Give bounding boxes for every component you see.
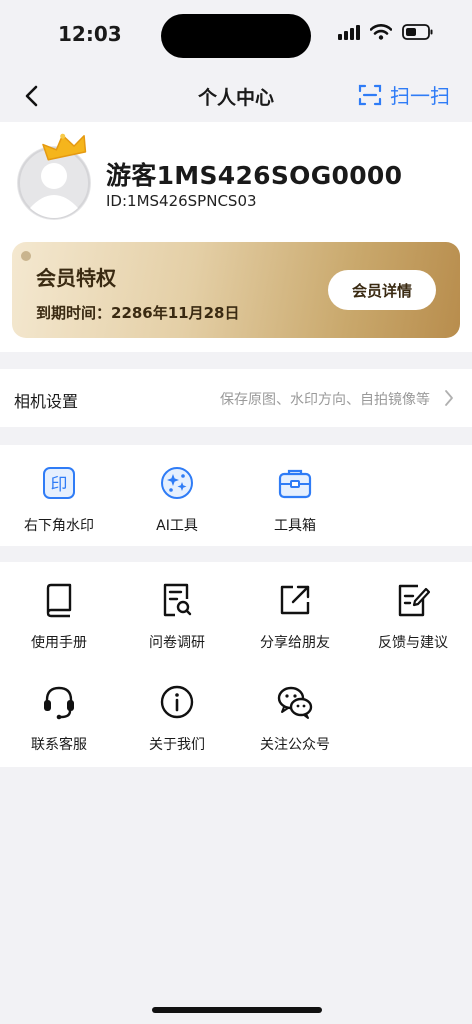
features-section: 使用手册 问卷调研 分享给朋友 反馈与建议 联系客服 关于我们 关注公众号 — [0, 562, 472, 767]
survey-icon — [163, 583, 192, 617]
vip-card[interactable]: 会员特权 到期时间：2286年11月28日 会员详情 — [12, 242, 460, 338]
user-id: ID:1MS426SPNCS03 — [106, 192, 257, 210]
chevron-right-icon — [445, 390, 453, 406]
scan-label: 扫一扫 — [390, 84, 450, 108]
feature-label: 分享给朋友 — [260, 635, 330, 651]
tools-section: 印 右下角水印 AI工具 工具箱 — [0, 445, 472, 546]
feedback-icon — [398, 584, 430, 617]
feature-manual[interactable]: 使用手册 — [0, 580, 118, 652]
info-icon — [160, 685, 194, 719]
scan-icon — [358, 84, 382, 105]
feature-about[interactable]: 关于我们 — [118, 682, 236, 754]
feature-label: 问卷调研 — [149, 635, 205, 651]
scan-button[interactable]: 扫一扫 — [358, 80, 450, 109]
status-icons — [338, 24, 434, 40]
status-bar: 12:03 — [0, 0, 472, 70]
svg-text:印: 印 — [51, 475, 68, 495]
feature-label: 反馈与建议 — [378, 635, 448, 651]
camera-settings-row[interactable]: 相机设置 保存原图、水印方向、自拍镜像等 — [0, 369, 472, 427]
ai-sparkle-icon — [161, 467, 193, 499]
feature-survey[interactable]: 问卷调研 — [118, 580, 236, 652]
tool-label: 工具箱 — [274, 518, 316, 534]
camera-settings-description: 保存原图、水印方向、自拍镜像等 — [220, 392, 430, 408]
tool-toolbox[interactable]: 工具箱 — [236, 463, 354, 535]
feature-share[interactable]: 分享给朋友 — [236, 580, 354, 652]
tool-ai[interactable]: AI工具 — [118, 463, 236, 535]
wechat-icon — [277, 686, 313, 719]
status-time: 12:03 — [58, 22, 122, 46]
battery-icon — [402, 24, 433, 40]
vip-card-dot — [21, 251, 31, 261]
signal-icon — [338, 25, 360, 40]
wifi-icon — [370, 24, 392, 40]
feature-label: 联系客服 — [31, 737, 87, 753]
feature-customer-service[interactable]: 联系客服 — [0, 682, 118, 754]
username: 游客1MS426SOG0000 — [106, 161, 403, 190]
feature-feedback[interactable]: 反馈与建议 — [354, 580, 472, 652]
home-indicator — [152, 1007, 322, 1013]
share-icon — [280, 585, 310, 615]
book-icon — [46, 583, 72, 618]
vip-expiry: 到期时间：2286年11月28日 — [36, 304, 240, 322]
feature-label: 关注公众号 — [260, 737, 330, 753]
dynamic-island — [161, 14, 311, 58]
camera-settings-label: 相机设置 — [14, 392, 79, 411]
nav-bar: 个人中心 扫一扫 — [0, 70, 472, 122]
feature-label: 关于我们 — [149, 737, 205, 753]
watermark-icon: 印 — [43, 467, 75, 499]
crown-icon — [42, 133, 87, 161]
feature-label: 使用手册 — [31, 635, 87, 651]
tool-label: AI工具 — [156, 518, 198, 534]
feature-follow-account[interactable]: 关注公众号 — [236, 682, 354, 754]
tool-watermark[interactable]: 印 右下角水印 — [0, 463, 118, 535]
vip-details-button[interactable]: 会员详情 — [328, 270, 436, 310]
tool-label: 右下角水印 — [24, 518, 94, 534]
vip-title: 会员特权 — [36, 266, 116, 290]
headset-icon — [44, 686, 74, 720]
toolbox-icon — [278, 469, 312, 499]
profile-section: 游客1MS426SOG0000 ID:1MS426SPNCS03 会员特权 到期… — [0, 122, 472, 352]
